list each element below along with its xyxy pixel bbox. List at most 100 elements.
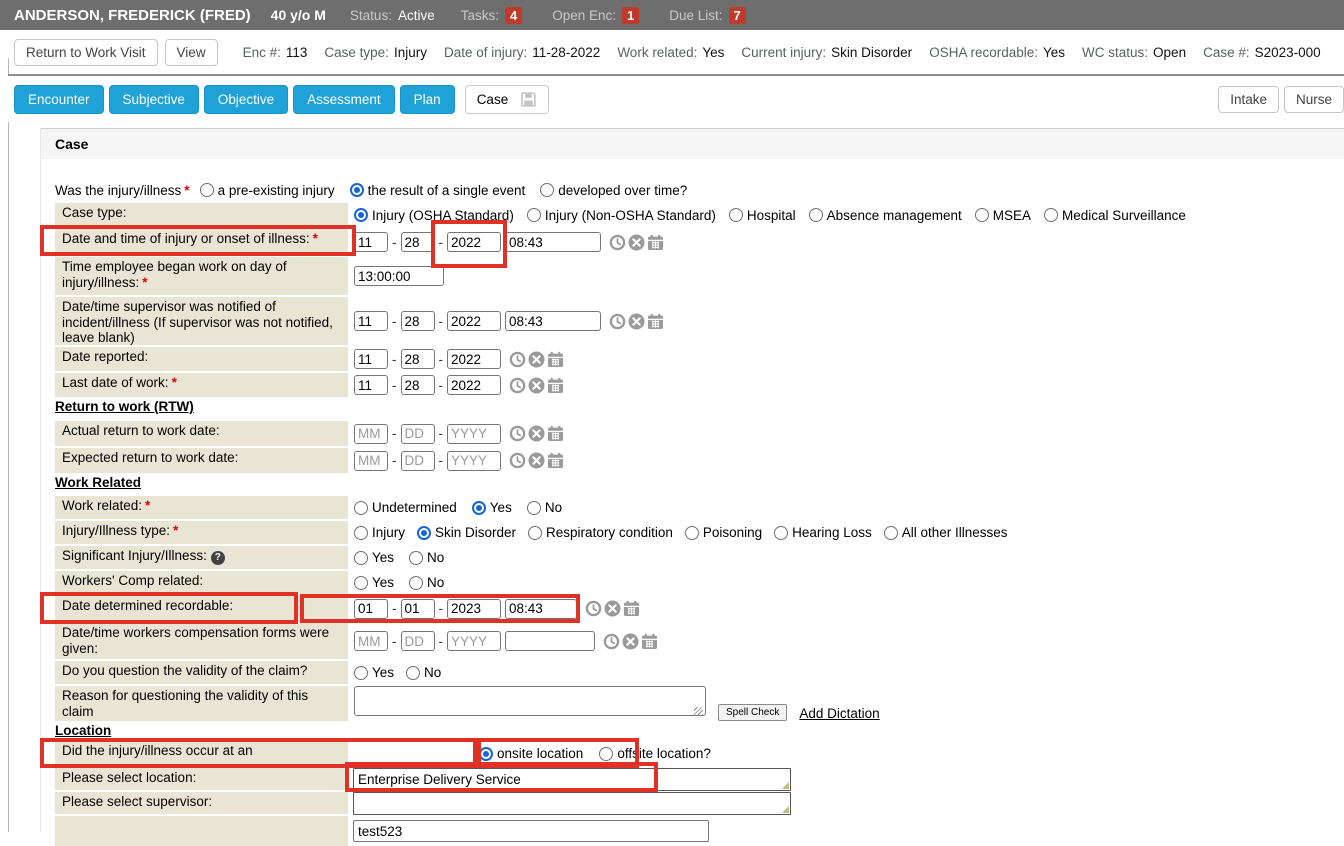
reported-month-input[interactable] [354,349,388,369]
view-button[interactable]: View [165,39,218,66]
radio-type-all-other[interactable]: All other Illnesses [884,525,1008,540]
clear-icon[interactable] [528,351,545,368]
last-work-month-input[interactable] [354,375,388,395]
radio-pre-existing-injury[interactable]: a pre-existing injury [200,183,335,198]
radio-single-event[interactable]: the result of a single event [350,183,526,198]
clear-icon[interactable] [628,313,645,330]
radio-work-related-no[interactable]: No [527,500,562,515]
radio-wc-no[interactable]: No [409,575,444,590]
radio-injury-osha[interactable]: Injury (OSHA Standard) [354,208,514,223]
wc-forms-year-input[interactable] [447,631,501,651]
clock-icon[interactable] [509,377,526,394]
open-enc-count-badge[interactable]: 1 [622,7,639,24]
add-dictation-link[interactable]: Add Dictation [799,706,879,721]
clock-icon[interactable] [509,351,526,368]
injury-day-input[interactable] [401,232,435,252]
wc-forms-time-input[interactable] [505,631,595,651]
calendar-icon[interactable] [547,351,564,368]
clock-icon[interactable] [509,452,526,469]
return-to-work-visit-button[interactable]: Return to Work Visit [14,39,158,66]
expected-rtw-year-input[interactable] [447,451,501,471]
clear-icon[interactable] [528,452,545,469]
clock-icon[interactable] [603,633,620,650]
help-icon[interactable]: ? [211,551,225,565]
radio-injury-non-osha[interactable]: Injury (Non-OSHA Standard) [527,208,716,223]
clock-icon[interactable] [609,313,626,330]
radio-validity-no[interactable]: No [406,665,441,680]
spell-check-button[interactable]: Spell Check [718,704,787,721]
recordable-time-input[interactable] [505,599,577,619]
clear-icon[interactable] [622,633,639,650]
last-work-day-input[interactable] [401,375,435,395]
radio-type-respiratory[interactable]: Respiratory condition [528,525,673,540]
reported-day-input[interactable] [401,349,435,369]
calendar-icon[interactable] [547,377,564,394]
clear-icon[interactable] [528,425,545,442]
radio-developed-over-time[interactable]: developed over time? [540,183,687,198]
clock-icon[interactable] [609,234,626,251]
wc-forms-month-input[interactable] [354,631,388,651]
wc-forms-day-input[interactable] [401,631,435,651]
tab-subjective[interactable]: Subjective [109,85,199,114]
intake-button[interactable]: Intake [1218,86,1279,113]
save-icon[interactable] [520,91,537,108]
radio-work-related-yes[interactable]: Yes [472,500,512,515]
calendar-icon[interactable] [641,633,658,650]
due-list-count-badge[interactable]: 7 [729,7,746,24]
radio-type-skin-disorder[interactable]: Skin Disorder [417,525,516,540]
radio-undetermined[interactable]: Undetermined [354,500,457,515]
radio-medical-surveillance[interactable]: Medical Surveillance [1044,208,1186,223]
reported-year-input[interactable] [447,349,501,369]
recordable-day-input[interactable] [401,599,435,619]
calendar-icon[interactable] [547,425,564,442]
radio-onsite-location[interactable]: onsite location [479,746,583,761]
injury-year-input[interactable] [447,232,501,252]
clear-icon[interactable] [528,377,545,394]
expected-rtw-month-input[interactable] [354,451,388,471]
radio-hospital[interactable]: Hospital [729,208,796,223]
radio-offsite-location[interactable]: offsite location? [599,746,711,761]
tab-encounter[interactable]: Encounter [14,85,104,114]
location-input[interactable] [353,768,791,791]
calendar-icon[interactable] [647,313,664,330]
supervisor-day-input[interactable] [401,311,435,331]
radio-type-hearing-loss[interactable]: Hearing Loss [774,525,872,540]
calendar-icon[interactable] [647,234,664,251]
radio-absence-management[interactable]: Absence management [809,208,962,223]
calendar-icon[interactable] [623,600,640,617]
tab-case[interactable]: Case [477,92,509,107]
last-work-year-input[interactable] [447,375,501,395]
supervisor-time-input[interactable] [505,311,601,331]
radio-significant-yes[interactable]: Yes [354,550,394,565]
radio-type-injury[interactable]: Injury [354,525,405,540]
supervisor-input[interactable] [353,792,791,815]
actual-rtw-day-input[interactable] [401,424,435,444]
tab-assessment[interactable]: Assessment [293,85,395,114]
radio-significant-no[interactable]: No [409,550,444,565]
supervisor-month-input[interactable] [354,311,388,331]
recordable-year-input[interactable] [447,599,501,619]
tab-objective[interactable]: Objective [204,85,288,114]
supervisor-year-input[interactable] [447,311,501,331]
time-began-input[interactable] [354,266,444,286]
nurse-button[interactable]: Nurse [1284,86,1344,113]
radio-msea[interactable]: MSEA [975,208,1031,223]
radio-validity-yes[interactable]: Yes [354,665,394,680]
clock-icon[interactable] [509,425,526,442]
tasks-count-badge[interactable]: 4 [505,7,522,24]
injury-time-input[interactable] [505,232,601,252]
injury-month-input[interactable] [354,232,388,252]
actual-rtw-year-input[interactable] [447,424,501,444]
clear-icon[interactable] [604,600,621,617]
calendar-icon[interactable] [547,452,564,469]
tab-plan[interactable]: Plan [400,85,455,114]
partial-text-input[interactable] [353,820,709,842]
actual-rtw-month-input[interactable] [354,424,388,444]
radio-wc-yes[interactable]: Yes [354,575,394,590]
clock-icon[interactable] [585,600,602,617]
expected-rtw-day-input[interactable] [401,451,435,471]
reason-textarea[interactable] [354,686,706,716]
clear-icon[interactable] [628,234,645,251]
radio-type-poisoning[interactable]: Poisoning [685,525,762,540]
recordable-month-input[interactable] [354,599,388,619]
